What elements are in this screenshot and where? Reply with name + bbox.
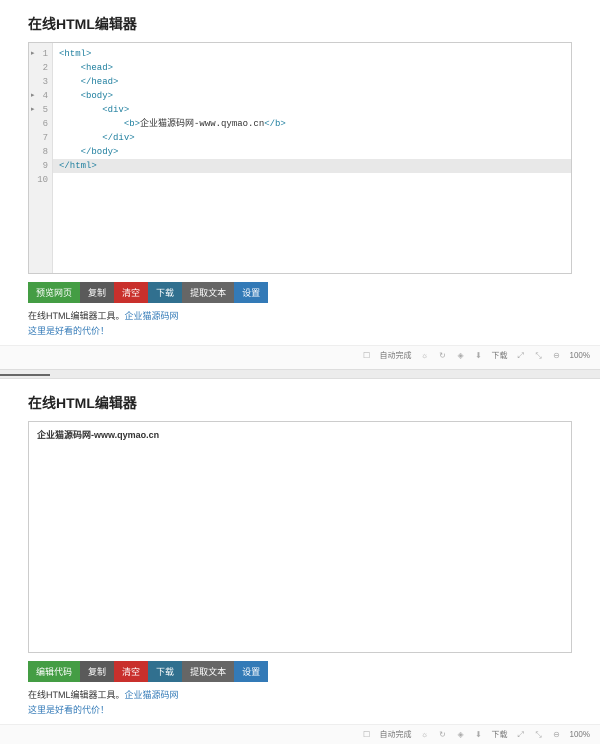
zoom-label: 100% <box>570 730 590 739</box>
collapse-icon[interactable]: ⤡ <box>534 351 544 361</box>
clear-button[interactable]: 清空 <box>114 282 148 303</box>
copy-button[interactable]: 复制 <box>80 282 114 303</box>
preview-content: 企业猫源码网-www.qymao.cn <box>37 430 159 440</box>
code-area[interactable]: <html> <head> </head> <body> <div> <b>企业… <box>53 43 571 273</box>
collapse-icon[interactable]: ⤡ <box>534 730 544 740</box>
expand-icon[interactable]: ⤢ <box>516 730 526 740</box>
extract-button[interactable]: 提取文本 <box>182 282 234 303</box>
copy-button[interactable]: 复制 <box>80 661 114 682</box>
status-bar: ☐ 自动完成 ☼ ↻ ◈ ⬇ 下载 ⤢ ⤡ ⊖ 100% <box>0 345 600 365</box>
page-title: 在线HTML编辑器 <box>28 14 572 34</box>
extract-button[interactable]: 提取文本 <box>182 661 234 682</box>
checkbox-icon[interactable]: ☐ <box>362 351 372 360</box>
note-line: 这里是好看的代价！ <box>28 324 572 337</box>
settings-button[interactable]: 设置 <box>234 282 268 303</box>
note-line: 这里是好看的代价！ <box>28 703 572 716</box>
zoom-out-icon[interactable]: ⊖ <box>552 351 562 360</box>
clear-button[interactable]: 清空 <box>114 661 148 682</box>
zoom-label: 100% <box>570 351 590 360</box>
expand-icon[interactable]: ⤢ <box>516 351 526 361</box>
toolbar: 预览网页 复制 清空 下载 提取文本 设置 <box>28 282 572 303</box>
page-title: 在线HTML编辑器 <box>28 393 572 413</box>
refresh-icon[interactable]: ↻ <box>438 351 448 360</box>
eye-icon[interactable]: ◈ <box>456 730 466 739</box>
download-icon[interactable]: ⬇ <box>474 351 484 360</box>
edit-button[interactable]: 编辑代码 <box>28 661 80 682</box>
download-icon[interactable]: ⬇ <box>474 730 484 739</box>
footer-download-label[interactable]: 下载 <box>492 350 508 361</box>
sun-icon[interactable]: ☼ <box>420 351 430 360</box>
refresh-icon[interactable]: ↻ <box>438 730 448 739</box>
code-editor[interactable]: 1 2 3 4 5 6 7 8 9 10 <html> <head> </hea… <box>28 42 572 274</box>
footer-download-label[interactable]: 下载 <box>492 729 508 740</box>
eye-icon[interactable]: ◈ <box>456 351 466 360</box>
sun-icon[interactable]: ☼ <box>420 730 430 739</box>
auto-complete-label: 自动完成 <box>380 350 412 361</box>
settings-button[interactable]: 设置 <box>234 661 268 682</box>
panel-divider <box>0 369 600 379</box>
editor-panel-preview: 在线HTML编辑器 企业猫源码网-www.qymao.cn 编辑代码 复制 清空… <box>0 379 600 724</box>
download-button[interactable]: 下载 <box>148 282 182 303</box>
download-button[interactable]: 下载 <box>148 661 182 682</box>
preview-area: 企业猫源码网-www.qymao.cn <box>28 421 572 653</box>
credit-line: 在线HTML编辑器工具。企业猫源码网 <box>28 688 572 701</box>
credit-link[interactable]: 企业猫源码网 <box>125 311 179 321</box>
auto-complete-label: 自动完成 <box>380 729 412 740</box>
zoom-out-icon[interactable]: ⊖ <box>552 730 562 739</box>
editor-panel-code: 在线HTML编辑器 1 2 3 4 5 6 7 8 9 10 <html> <h… <box>0 0 600 345</box>
credit-line: 在线HTML编辑器工具。企业猫源码网 <box>28 309 572 322</box>
status-bar: ☐ 自动完成 ☼ ↻ ◈ ⬇ 下载 ⤢ ⤡ ⊖ 100% <box>0 724 600 744</box>
line-gutter: 1 2 3 4 5 6 7 8 9 10 <box>29 43 53 273</box>
credit-link[interactable]: 企业猫源码网 <box>125 690 179 700</box>
checkbox-icon[interactable]: ☐ <box>362 730 372 739</box>
toolbar: 编辑代码 复制 清空 下载 提取文本 设置 <box>28 661 572 682</box>
preview-button[interactable]: 预览网页 <box>28 282 80 303</box>
